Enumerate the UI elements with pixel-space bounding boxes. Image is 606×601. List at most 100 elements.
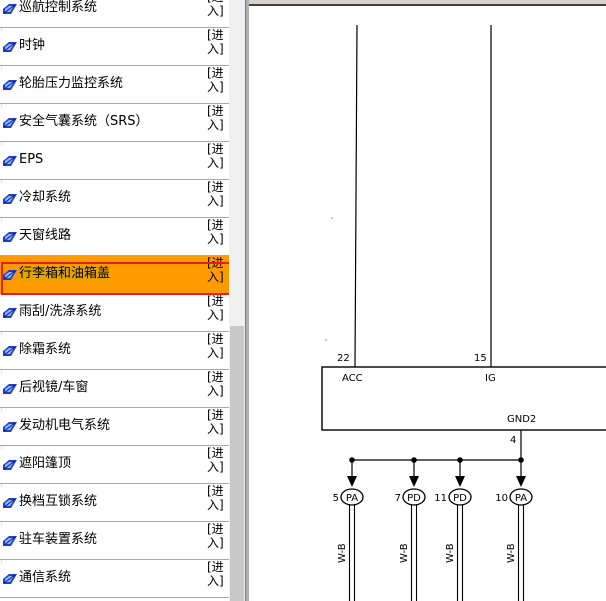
menu-item[interactable]: ⁞ 天窗线路 [进入] (0, 218, 229, 256)
ig-pin-number: 15 (474, 353, 487, 364)
connector-code: PD (407, 493, 421, 504)
diamond-bullet-icon (3, 80, 17, 90)
enter-link[interactable]: [进入] (207, 256, 227, 284)
enter-link[interactable]: [进入] (207, 332, 227, 360)
menu-item[interactable]: ⁞ 轮胎压力监控系统 [进入] (0, 66, 229, 104)
row-marker: ⁞ (1, 27, 3, 33)
diamond-bullet-icon (3, 270, 17, 280)
diamond-bullet-icon (3, 118, 17, 128)
menu-item-label: 轮胎压力监控系统 (19, 76, 124, 91)
menu-item-label: 换档互锁系统 (19, 494, 98, 509)
enter-link[interactable]: [进入] (207, 66, 227, 94)
menu-item-label: 驻车装置系统 (19, 532, 98, 547)
enter-link[interactable]: [进入] (207, 446, 227, 474)
row-marker: ⁞ (1, 369, 3, 375)
scan-dot (325, 339, 327, 341)
enter-link[interactable]: [进入] (207, 104, 227, 132)
diamond-bullet-icon (3, 4, 17, 14)
wire-color-label: W-B (445, 543, 456, 563)
row-marker: ⁞ (1, 65, 3, 71)
connector-arrow-icon (347, 476, 357, 487)
scan-dot (331, 217, 333, 219)
row-marker: ⁞ (1, 445, 3, 451)
diamond-bullet-icon (3, 460, 17, 470)
menu-item[interactable]: ⁞ 安全气囊系统（SRS） [进入] (0, 104, 229, 142)
menu-item-label: 安全气囊系统（SRS） (19, 114, 149, 129)
connector-pin-number: 10 (495, 493, 508, 504)
menu-item-label: 时钟 (19, 38, 46, 53)
menu-item-label: 巡航控制系统 (19, 0, 98, 15)
menu-item[interactable]: ⁞ 雨刮/洗涤系统 [进入] (0, 294, 229, 332)
menu-item-label: 冷却系统 (19, 190, 72, 205)
enter-link[interactable]: [进入] (207, 294, 227, 322)
connector-code: PA (515, 493, 527, 504)
menu-item[interactable]: ⁞ 通信系统 [进入] (0, 560, 229, 598)
diamond-bullet-icon (3, 574, 17, 584)
ig-terminal-label: IG (485, 373, 496, 384)
acc-feed-wire (354, 24, 358, 368)
menu-item[interactable]: ⁞ 驻车装置系统 [进入] (0, 522, 229, 560)
menu-item[interactable]: ⁞ 换档互锁系统 [进入] (0, 484, 229, 522)
row-marker: ⁞ (1, 407, 3, 413)
sidebar-scrollbar-thumb[interactable] (230, 326, 244, 601)
row-marker: ⁞ (1, 179, 3, 185)
menu-item[interactable]: ⁞ 后视镜/车窗 [进入] (0, 370, 229, 408)
connector-arrow-icon (409, 476, 419, 487)
enter-link[interactable]: [进入] (207, 408, 227, 436)
wire-color-label: W-B (399, 543, 410, 563)
enter-link[interactable]: [进入] (207, 28, 227, 56)
menu-item-label: 除霜系统 (19, 342, 72, 357)
enter-link[interactable]: [进入] (207, 522, 227, 550)
connector-arrow-icon (516, 476, 526, 487)
row-marker: ⁞ (1, 559, 3, 565)
row-marker: ⁞ (1, 255, 3, 261)
row-marker: ⁞ (1, 217, 3, 223)
menu-item[interactable]: ⁞ 除霜系统 [进入] (0, 332, 229, 370)
enter-link[interactable]: [进入] (207, 560, 227, 588)
gnd-terminal-label: GND2 (507, 414, 536, 425)
row-marker: ⁞ (1, 103, 3, 109)
enter-link[interactable]: [进入] (207, 218, 227, 246)
wiring-diagram-pane: 22 15 ACC IG GND2 4 PA 5 W-B PD 7 W-B PD 11 W-B P… (249, 0, 606, 601)
row-marker: ⁞ (1, 141, 3, 147)
connector-arrow-icon (455, 476, 465, 487)
row-marker: ⁞ (1, 483, 3, 489)
menu-item-label: 天窗线路 (19, 228, 72, 243)
enter-link[interactable]: [进入] (207, 484, 227, 512)
enter-link[interactable]: [进入] (207, 0, 227, 18)
enter-link[interactable]: [进入] (207, 142, 227, 170)
enter-link[interactable]: [进入] (207, 180, 227, 208)
wiring-diagram: 22 15 ACC IG GND2 4 PA 5 W-B PD 7 W-B PD 11 W-B P… (321, 24, 606, 601)
component-box (321, 366, 606, 431)
connector-pin-number: 5 (333, 493, 339, 504)
menu-item-label: 通信系统 (19, 570, 72, 585)
row-marker: ⁞ (1, 293, 3, 299)
menu-item[interactable]: ⁞ 遮阳篷顶 [进入] (0, 446, 229, 484)
diamond-bullet-icon (3, 308, 17, 318)
diamond-bullet-icon (3, 422, 17, 432)
connector-code: PA (346, 493, 358, 504)
menu-item-label: 发动机电气系统 (19, 418, 111, 433)
menu-item[interactable]: ⁞ EPS [进入] (0, 142, 229, 180)
diagram-top-border (249, 0, 606, 6)
connector-pin-number: 7 (395, 493, 401, 504)
menu-item[interactable]: ⁞ 行李箱和油箱盖 [进入] (0, 256, 229, 294)
diamond-bullet-icon (3, 156, 17, 166)
gnd-pin-number: 4 (510, 435, 516, 446)
row-marker: ⁞ (1, 331, 3, 337)
menu-item[interactable]: ⁞ 时钟 [进入] (0, 28, 229, 66)
enter-link[interactable]: [进入] (207, 370, 227, 398)
diamond-bullet-icon (3, 384, 17, 394)
connector-code: PD (453, 493, 467, 504)
connector-pin-number: 11 (434, 493, 447, 504)
diamond-bullet-icon (3, 536, 17, 546)
menu-item-label: EPS (19, 152, 44, 167)
wire-color-label: W-B (506, 543, 517, 563)
menu-item[interactable]: ⁞ 发动机电气系统 [进入] (0, 408, 229, 446)
menu-item[interactable]: ⁞ 冷却系统 [进入] (0, 180, 229, 218)
menu-item-label: 行李箱和油箱盖 (19, 266, 111, 282)
diamond-bullet-icon (3, 194, 17, 204)
menu-item-label: 遮阳篷顶 (19, 456, 72, 471)
diamond-bullet-icon (3, 42, 17, 52)
menu-item[interactable]: ⁞巡航控制系统[进入] (0, 0, 229, 28)
